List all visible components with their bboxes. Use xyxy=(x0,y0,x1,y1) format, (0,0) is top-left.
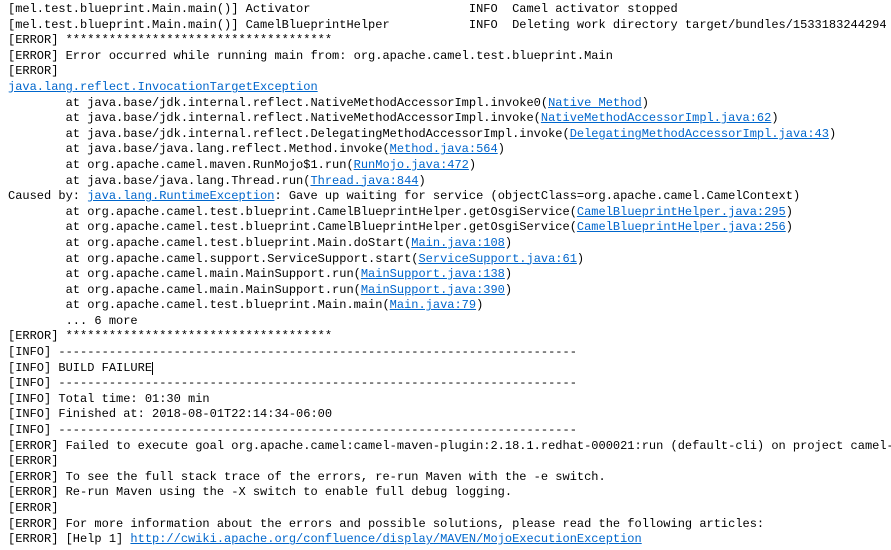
log-line: [ERROR] Failed to execute goal org.apach… xyxy=(8,439,883,455)
log-line: [INFO] ---------------------------------… xyxy=(8,423,883,439)
log-line: [ERROR] To see the full stack trace of t… xyxy=(8,470,883,486)
stack-trace-line: at java.base/java.lang.reflect.Method.in… xyxy=(8,142,883,158)
source-link[interactable]: ServiceSupport.java:61 xyxy=(418,252,576,266)
source-link[interactable]: MainSupport.java:390 xyxy=(361,283,505,297)
log-line: [INFO] Finished at: 2018-08-01T22:14:34-… xyxy=(8,407,883,423)
help-link[interactable]: http://cwiki.apache.org/confluence/displ… xyxy=(130,532,641,546)
exception-link[interactable]: java.lang.reflect.InvocationTargetExcept… xyxy=(8,80,318,94)
log-line: [ERROR] ********************************… xyxy=(8,33,883,49)
build-failure-line: [INFO] BUILD FAILURE xyxy=(8,361,883,377)
log-line: [ERROR] ********************************… xyxy=(8,329,883,345)
stack-trace-line: at org.apache.camel.test.blueprint.Camel… xyxy=(8,220,883,236)
text-cursor xyxy=(152,362,153,375)
stack-trace-line: at java.base/jdk.internal.reflect.Native… xyxy=(8,111,883,127)
stack-trace-line: at java.base/jdk.internal.reflect.Delega… xyxy=(8,127,883,143)
source-link[interactable]: Method.java:564 xyxy=(390,142,498,156)
log-line: [INFO] Total time: 01:30 min xyxy=(8,392,883,408)
log-line: [INFO] ---------------------------------… xyxy=(8,345,883,361)
source-link[interactable]: Main.java:79 xyxy=(390,298,476,312)
source-link[interactable]: CamelBlueprintHelper.java:295 xyxy=(577,205,786,219)
stack-trace-line: at org.apache.camel.support.ServiceSuppo… xyxy=(8,252,883,268)
stack-trace-line: at org.apache.camel.main.MainSupport.run… xyxy=(8,267,883,283)
caused-by-line: Caused by: java.lang.RuntimeException: G… xyxy=(8,189,883,205)
stack-trace-line: at org.apache.camel.test.blueprint.Main.… xyxy=(8,236,883,252)
stack-trace-line: at org.apache.camel.test.blueprint.Main.… xyxy=(8,298,883,314)
log-line: [ERROR] Re-run Maven using the -X switch… xyxy=(8,485,883,501)
log-line: [mel.test.blueprint.Main.main()] Activat… xyxy=(8,2,883,18)
log-line: [ERROR] [Help 1] http://cwiki.apache.org… xyxy=(8,532,883,548)
source-link[interactable]: Main.java:108 xyxy=(411,236,505,250)
source-link[interactable]: DelegatingMethodAccessorImpl.java:43 xyxy=(570,127,829,141)
stack-trace-line: at java.base/java.lang.Thread.run(Thread… xyxy=(8,174,883,190)
log-line: [ERROR] Error occurred while running mai… xyxy=(8,49,883,65)
log-line: [ERROR] xyxy=(8,64,883,80)
log-line: [ERROR] For more information about the e… xyxy=(8,517,883,533)
stack-trace-line: at java.base/jdk.internal.reflect.Native… xyxy=(8,96,883,112)
source-link[interactable]: Native Method xyxy=(548,96,642,110)
source-link[interactable]: RunMojo.java:472 xyxy=(354,158,469,172)
log-line: [mel.test.blueprint.Main.main()] CamelBl… xyxy=(8,18,883,34)
stack-trace-line: at org.apache.camel.main.MainSupport.run… xyxy=(8,283,883,299)
stack-trace-line: at org.apache.camel.test.blueprint.Camel… xyxy=(8,205,883,221)
source-link[interactable]: Thread.java:844 xyxy=(310,174,418,188)
log-line: [ERROR] xyxy=(8,501,883,517)
source-link[interactable]: CamelBlueprintHelper.java:256 xyxy=(577,220,786,234)
stack-trace-line: at org.apache.camel.maven.RunMojo$1.run(… xyxy=(8,158,883,174)
log-line: java.lang.reflect.InvocationTargetExcept… xyxy=(8,80,883,96)
exception-link[interactable]: java.lang.RuntimeException xyxy=(87,189,274,203)
console-output: [mel.test.blueprint.Main.main()] Activat… xyxy=(8,2,883,548)
log-line: [INFO] ---------------------------------… xyxy=(8,376,883,392)
log-line: ... 6 more xyxy=(8,314,883,330)
source-link[interactable]: MainSupport.java:138 xyxy=(361,267,505,281)
source-link[interactable]: NativeMethodAccessorImpl.java:62 xyxy=(541,111,771,125)
log-line: [ERROR] xyxy=(8,454,883,470)
